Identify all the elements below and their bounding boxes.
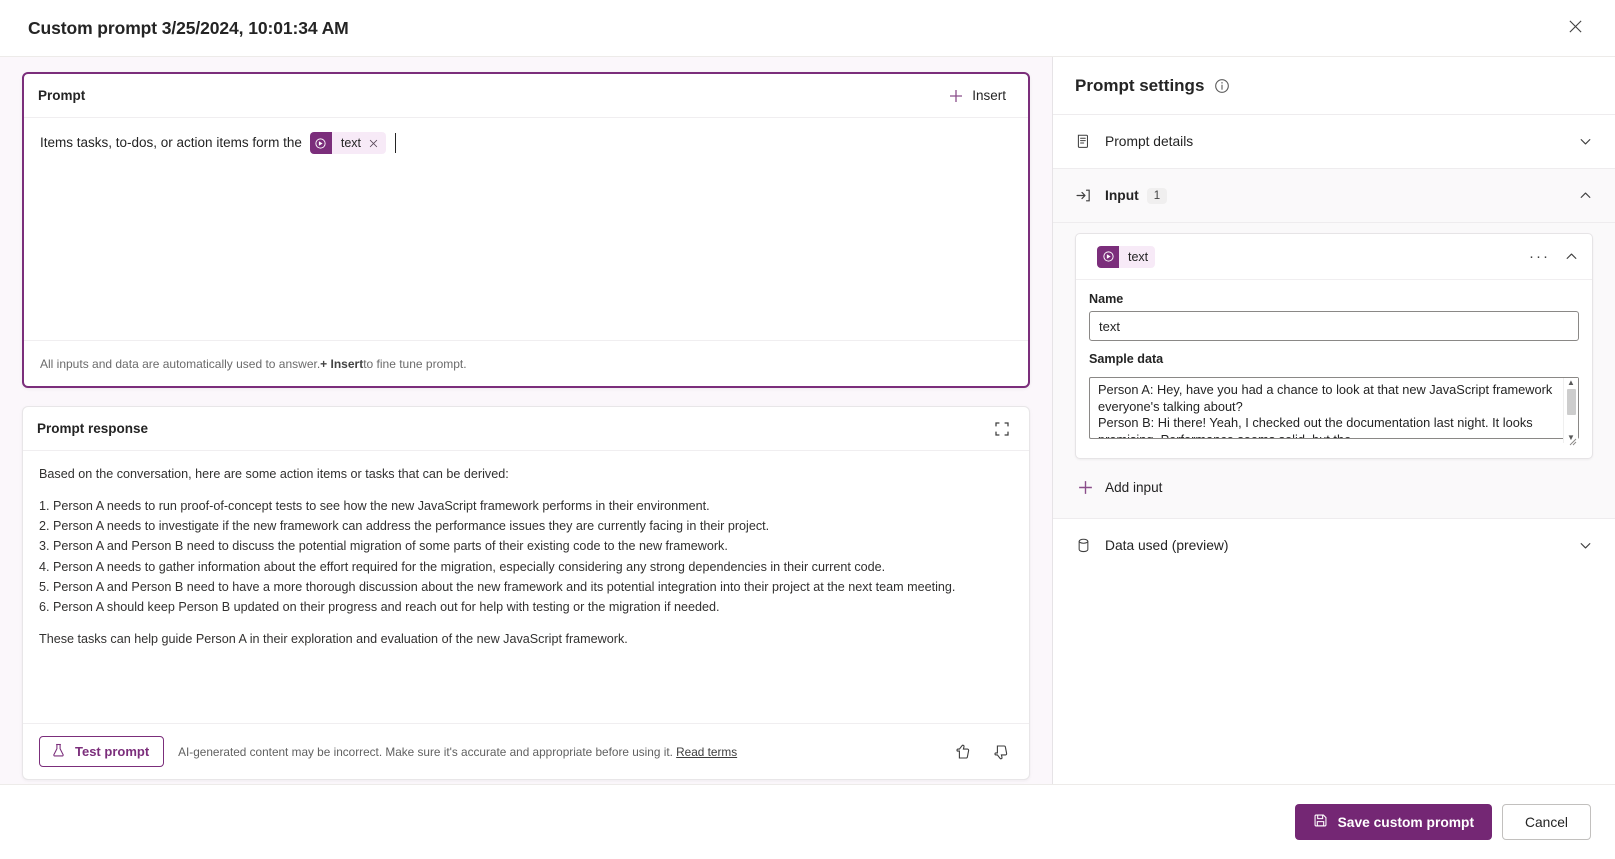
test-prompt-button[interactable]: Test prompt	[39, 736, 165, 767]
response-body: Based on the conversation, here are some…	[23, 451, 1029, 723]
chevron-up-icon[interactable]	[1564, 249, 1579, 264]
settings-header: Prompt settings	[1053, 57, 1615, 114]
chevron-down-icon	[1578, 134, 1593, 149]
thumbs-down-icon[interactable]	[989, 740, 1013, 764]
list-item: 6. Person A should keep Person B updated…	[39, 599, 720, 614]
dialog-header: Custom prompt 3/25/2024, 10:01:34 AM	[0, 0, 1615, 57]
list-item: 1. Person A needs to run proof-of-concep…	[39, 499, 710, 514]
close-icon	[1568, 19, 1583, 37]
prompt-card-header: Prompt Insert	[24, 74, 1028, 118]
prompt-hint-suffix: to fine tune prompt.	[363, 356, 467, 371]
response-item-list: 1. Person A needs to run proof-of-concep…	[39, 497, 1013, 617]
custom-prompt-dialog: Custom prompt 3/25/2024, 10:01:34 AM Pro…	[0, 0, 1615, 859]
prompt-editor-pane: Prompt Insert Items tasks, to-dos, or ac	[0, 57, 1052, 784]
arrow-into-box-icon	[1075, 187, 1092, 204]
test-prompt-label: Test prompt	[75, 744, 150, 759]
settings-title: Prompt settings	[1075, 75, 1205, 95]
sample-data-wrapper: ▲ ▼	[1089, 377, 1579, 446]
dialog-body: Prompt Insert Items tasks, to-dos, or ac	[0, 57, 1615, 784]
chevron-up-icon	[1578, 188, 1593, 203]
name-input[interactable]	[1089, 311, 1579, 341]
accordion-data-used-label: Data used (preview)	[1105, 538, 1229, 553]
close-button[interactable]	[1559, 12, 1591, 44]
plus-icon	[1077, 479, 1094, 496]
prompt-token-label: text	[340, 135, 361, 150]
chevron-up-icon[interactable]: ▲	[1567, 379, 1575, 387]
prompt-text-area[interactable]: Items tasks, to-dos, or action items for…	[24, 118, 1028, 340]
save-icon	[1313, 813, 1328, 831]
sample-data-label: Sample data	[1089, 352, 1164, 366]
save-custom-prompt-label: Save custom prompt	[1337, 814, 1475, 830]
prompt-card: Prompt Insert Items tasks, to-dos, or ac	[22, 72, 1030, 388]
ai-disclaimer: AI-generated content may be incorrect. M…	[178, 745, 737, 759]
input-card: text ··· Name Sample data	[1075, 233, 1593, 459]
beaker-icon	[51, 743, 66, 761]
page-title: Custom prompt 3/25/2024, 10:01:34 AM	[28, 17, 349, 38]
accordion-prompt-details-label: Prompt details	[1105, 134, 1194, 149]
response-card-header: Prompt response	[23, 407, 1029, 451]
response-outro: These tasks can help guide Person A in t…	[39, 631, 628, 646]
response-intro: Based on the conversation, here are some…	[39, 467, 509, 481]
accordion-input-label: Input	[1105, 188, 1139, 203]
scrollbar-thumb[interactable]	[1567, 389, 1576, 415]
list-item: 2. Person A needs to investigate if the …	[39, 519, 770, 534]
resize-grip[interactable]	[1567, 433, 1577, 446]
variable-token-icon	[309, 132, 332, 154]
input-card-body: Name Sample data ▲ ▼	[1076, 280, 1592, 458]
list-item: 5. Person A and Person B need to have a …	[39, 579, 956, 594]
plus-icon	[948, 88, 964, 104]
prompt-text-line: Items tasks, to-dos, or action items for…	[40, 132, 1012, 154]
insert-button[interactable]: Insert	[942, 84, 1012, 108]
chevron-down-icon	[1578, 538, 1593, 553]
accordion-input[interactable]: Input 1	[1053, 168, 1615, 222]
input-count-badge: 1	[1146, 187, 1168, 204]
prompt-token-chip[interactable]: text	[309, 132, 386, 154]
prompt-card-footer: All inputs and data are automatically us…	[24, 340, 1028, 386]
prompt-body-text: Items tasks, to-dos, or action items for…	[40, 134, 302, 150]
info-icon[interactable]	[1214, 78, 1230, 94]
database-icon	[1075, 537, 1092, 554]
input-section-content: text ··· Name Sample data	[1053, 222, 1615, 518]
cancel-button[interactable]: Cancel	[1502, 804, 1591, 840]
add-input-button[interactable]: Add input	[1075, 475, 1164, 500]
insert-button-label: Insert	[972, 88, 1006, 103]
dialog-footer: Save custom prompt Cancel	[0, 784, 1615, 859]
list-item: 4. Person A needs to gather information …	[39, 559, 886, 574]
prompt-hint-bold: + Insert	[320, 356, 364, 371]
document-icon	[1075, 133, 1092, 150]
list-item: 3. Person A and Person B need to discuss…	[39, 539, 728, 554]
text-caret	[395, 133, 396, 153]
input-token-label: text	[1128, 249, 1149, 264]
accordion-data-used[interactable]: Data used (preview)	[1053, 518, 1615, 572]
prompt-response-card: Prompt response Based on the conversatio…	[22, 406, 1030, 780]
expand-icon[interactable]	[991, 418, 1013, 440]
name-field-label: Name	[1089, 292, 1124, 306]
input-card-header: text ···	[1076, 234, 1592, 280]
variable-token-icon	[1097, 245, 1119, 268]
prompt-settings-pane: Prompt settings Prompt details Input 1 t…	[1052, 57, 1615, 784]
prompt-hint-prefix: All inputs and data are automatically us…	[40, 356, 321, 371]
ai-disclaimer-text: AI-generated content may be incorrect. M…	[178, 744, 673, 759]
read-terms-link[interactable]: Read terms	[676, 745, 737, 759]
response-footer: Test prompt AI-generated content may be …	[23, 723, 1029, 779]
prompt-card-title: Prompt	[38, 88, 86, 103]
thumbs-up-icon[interactable]	[951, 740, 975, 764]
save-custom-prompt-button[interactable]: Save custom prompt	[1294, 804, 1493, 840]
sample-data-textarea[interactable]	[1089, 377, 1579, 439]
accordion-prompt-details[interactable]: Prompt details	[1053, 114, 1615, 168]
response-card-title: Prompt response	[37, 421, 149, 436]
more-horizontal-icon[interactable]: ···	[1529, 248, 1550, 265]
input-token-chip: text	[1097, 245, 1156, 268]
add-input-label: Add input	[1105, 480, 1163, 495]
close-icon[interactable]	[368, 138, 386, 149]
